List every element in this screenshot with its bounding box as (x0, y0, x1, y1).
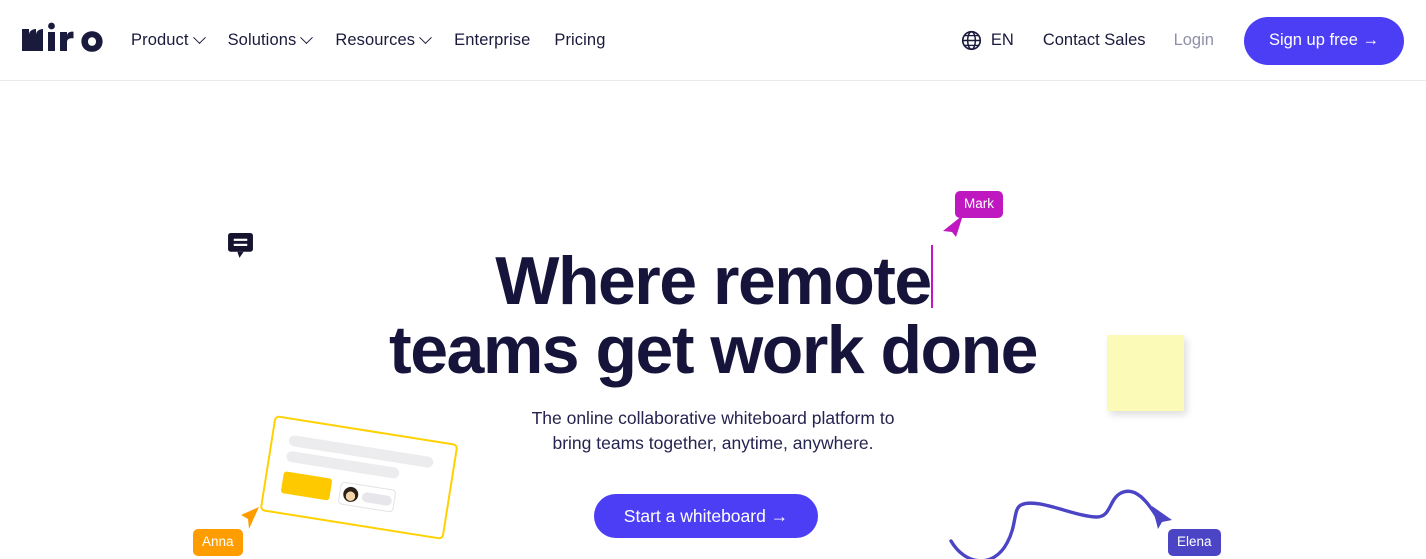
text-caret (931, 245, 933, 308)
nav-item-solutions[interactable]: Solutions (227, 31, 314, 50)
site-header: Product Solutions Resources Enterprise P… (0, 0, 1426, 81)
miro-landing-page: Product Solutions Resources Enterprise P… (0, 0, 1426, 559)
avatar (342, 485, 360, 503)
cursor-label: Anna (193, 529, 243, 556)
nav-item-enterprise[interactable]: Enterprise (454, 31, 530, 50)
headline-line-1: Where remote (495, 243, 932, 319)
subtitle-line-2: bring teams together, anytime, anywhere. (552, 433, 874, 453)
cursor-pointer-icon (1152, 506, 1172, 529)
chevron-down-icon (300, 31, 314, 45)
nav-item-resources[interactable]: Resources (335, 31, 433, 50)
cursor-pointer-icon (241, 507, 259, 529)
nav-item-label: Pricing (554, 31, 606, 49)
nav-item-label: Resources (335, 31, 416, 49)
header-actions: EN Contact Sales Login Sign up free → (961, 0, 1404, 81)
subtitle-line-1: The online collaborative whiteboard plat… (531, 408, 895, 428)
headline-line-2: teams get work done (389, 312, 1038, 388)
nav-item-label: Enterprise (454, 31, 531, 49)
card-text-bar (361, 491, 393, 506)
nav-item-pricing[interactable]: Pricing (554, 31, 605, 50)
language-selector[interactable]: EN (991, 31, 1014, 50)
page-title: Where remote teams get work done (0, 247, 1426, 385)
squiggle-drawing (949, 489, 1159, 559)
card-yellow-button[interactable] (280, 471, 333, 501)
chevron-down-icon (419, 31, 433, 45)
chevron-down-icon (192, 31, 206, 45)
login-link[interactable]: Login (1174, 31, 1214, 50)
hero-subtitle: The online collaborative whiteboard plat… (0, 406, 1426, 456)
card-user-pill (337, 481, 397, 513)
main-nav: Product Solutions Resources Enterprise P… (131, 0, 605, 81)
miro-logo[interactable] (18, 21, 106, 59)
cursor-label: Mark (955, 191, 1003, 218)
cursor-label: Elena (1168, 529, 1221, 556)
start-whiteboard-button[interactable]: Start a whiteboard → (594, 494, 818, 538)
hero-section: Where remote teams get work done The onl… (0, 81, 1426, 559)
contact-sales-link[interactable]: Contact Sales (1043, 31, 1146, 50)
nav-item-product[interactable]: Product (131, 31, 206, 50)
nav-item-label: Solutions (227, 31, 297, 49)
globe-icon[interactable] (961, 30, 982, 51)
signup-free-button[interactable]: Sign up free → (1243, 16, 1404, 65)
nav-item-label: Product (131, 31, 189, 49)
